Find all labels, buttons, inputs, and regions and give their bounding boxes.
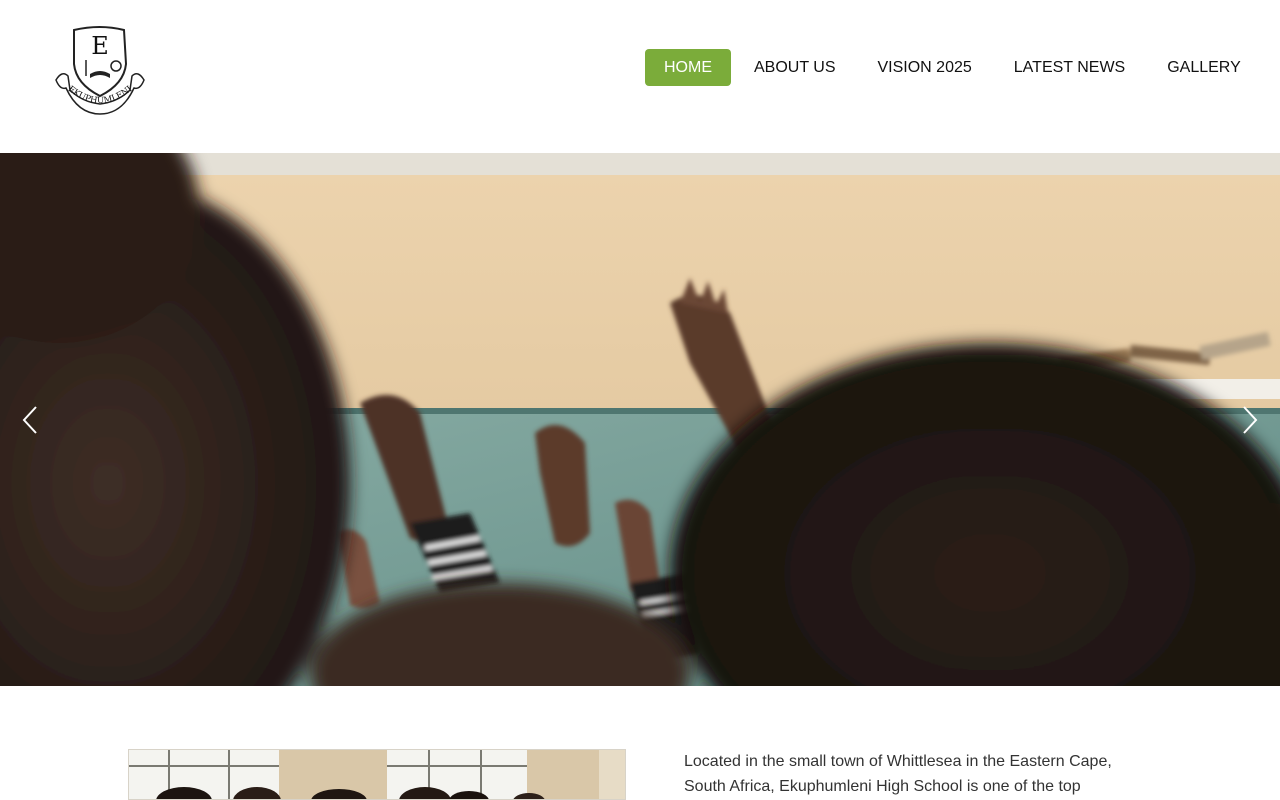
nav-gallery[interactable]: GALLERY [1148, 49, 1260, 86]
school-crest-logo[interactable]: E EKUPHUMLENI [52, 24, 148, 118]
nav-about-us[interactable]: ABOUT US [735, 49, 855, 86]
classroom-photo [129, 750, 625, 799]
chevron-right-icon [1243, 406, 1258, 434]
nav-vision-2025[interactable]: VISION 2025 [859, 49, 991, 86]
hero-photo [0, 153, 1280, 686]
crest-initial: E [91, 32, 109, 60]
school-crest-icon: E EKUPHUMLENI [55, 26, 145, 115]
nav-latest-news[interactable]: LATEST NEWS [995, 49, 1144, 86]
main-nav: HOME ABOUT US VISION 2025 LATEST NEWS GA… [645, 49, 1264, 86]
nav-home[interactable]: HOME [645, 49, 731, 86]
site-header: E EKUPHUMLENI HOME ABOUT US VISION 2025 … [0, 0, 1280, 153]
intro-photo [128, 749, 626, 800]
hero-slider [0, 153, 1280, 686]
slider-next-button[interactable] [1234, 403, 1264, 437]
intro-paragraph: Located in the small town of Whittlesea … [684, 753, 1112, 795]
slider-prev-button[interactable] [16, 403, 46, 437]
chevron-left-icon [22, 406, 37, 434]
